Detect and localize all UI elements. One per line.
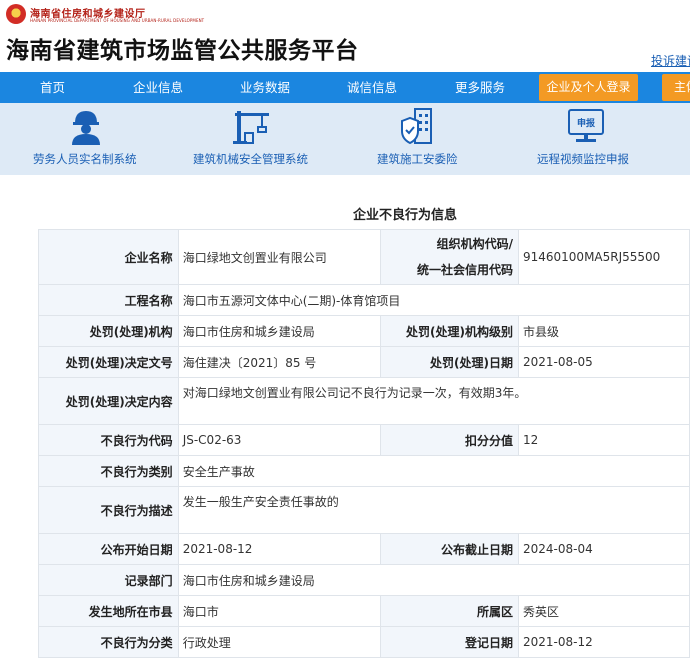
monitor-report-icon: 申报 — [568, 109, 604, 142]
record-department-value: 海口市住房和城乡建设局 — [177, 564, 690, 596]
publish-start-label: 公布开始日期 — [38, 533, 179, 565]
decision-content-label: 处罚(处理)决定内容 — [38, 377, 179, 425]
national-emblem-icon — [6, 4, 26, 24]
org-code-label-line2: 统一社会信用代码 — [416, 263, 513, 277]
org-code-label-line1: 组织机构代码/ — [436, 237, 513, 251]
worker-icon — [72, 111, 100, 145]
table-row: 不良行为代码 JS-C02-63 扣分分值 12 — [38, 424, 690, 456]
table-row: 不良行为类别 安全生产事故 — [38, 455, 690, 487]
project-name-label: 工程名称 — [38, 284, 179, 316]
system-label: 建筑机械安全管理系统 — [193, 152, 308, 166]
table-row: 不良行为描述 发生一般生产安全责任事故的 — [38, 486, 690, 534]
system-item-construction-safety[interactable]: 建筑施工安委险 — [370, 103, 480, 175]
behavior-description-value: 发生一般生产安全责任事故的 — [177, 486, 690, 534]
behavior-code-value: JS-C02-63 — [177, 424, 381, 456]
decision-date-value: 2021-08-05 — [517, 346, 690, 378]
behavior-code-label: 不良行为代码 — [38, 424, 179, 456]
nav-home[interactable]: 首页 — [40, 72, 65, 103]
system-item-machinery-safety[interactable]: 建筑机械安全管理系统 — [185, 103, 325, 175]
main-nav: 首页 企业信息 业务数据 诚信信息 更多服务 企业及个人登录 主体 — [0, 72, 690, 103]
table-row: 企业名称 海口绿地文创置业有限公司 组织机构代码/ 统一社会信用代码 91460… — [38, 229, 690, 285]
project-name-value: 海口市五源河文体中心(二期)-体育馆项目 — [177, 284, 690, 316]
district-value: 秀英区 — [517, 595, 690, 627]
publish-start-value: 2021-08-12 — [177, 533, 381, 565]
system-shortcuts: 劳务人员实名制系统 建筑机械安全管理系统 建筑施工安委险 申报 远程视频监控申报 — [0, 103, 690, 175]
city-label: 发生地所在市县 — [38, 595, 179, 627]
nav-more-services[interactable]: 更多服务 — [455, 72, 505, 103]
system-item-video-monitoring[interactable]: 申报 远程视频监控申报 — [530, 103, 640, 175]
record-department-label: 记录部门 — [38, 564, 179, 596]
behavior-description-label: 不良行为描述 — [38, 486, 179, 534]
city-value: 海口市 — [177, 595, 381, 627]
system-label: 建筑施工安委险 — [377, 152, 458, 166]
decision-number-label: 处罚(处理)决定文号 — [38, 346, 179, 378]
org-code-label: 组织机构代码/ 统一社会信用代码 — [379, 229, 519, 285]
publish-end-value: 2024-08-04 — [517, 533, 690, 565]
nav-credit-info[interactable]: 诚信信息 — [347, 72, 397, 103]
behavior-category-value: 行政处理 — [177, 626, 381, 658]
system-label: 劳务人员实名制系统 — [33, 152, 137, 166]
register-date-label: 登记日期 — [379, 626, 519, 658]
system-label: 远程视频监控申报 — [537, 152, 629, 166]
table-row: 公布开始日期 2021-08-12 公布截止日期 2024-08-04 — [38, 533, 690, 565]
nav-business-data[interactable]: 业务数据 — [240, 72, 290, 103]
behavior-type-value: 安全生产事故 — [177, 455, 690, 487]
table-row: 处罚(处理)决定文号 海住建决〔2021〕85 号 处罚(处理)日期 2021-… — [38, 346, 690, 378]
system-item-labor-realname[interactable]: 劳务人员实名制系统 — [0, 103, 170, 175]
publish-end-label: 公布截止日期 — [379, 533, 519, 565]
decision-date-label: 处罚(处理)日期 — [379, 346, 519, 378]
table-row: 处罚(处理)决定内容 对海口绿地文创置业有限公司记不良行为记录一次，有效期3年。 — [38, 377, 690, 425]
deduction-points-label: 扣分分值 — [379, 424, 519, 456]
bad-behavior-record-table: 企业名称 海口绿地文创置业有限公司 组织机构代码/ 统一社会信用代码 91460… — [38, 229, 690, 658]
table-row: 处罚(处理)机构 海口市住房和城乡建设局 处罚(处理)机构级别 市县级 — [38, 315, 690, 347]
site-header: 海南省住房和城乡建设厅 HAINAN PROVINCIAL DEPARTMENT… — [0, 0, 690, 72]
register-date-value: 2021-08-12 — [517, 626, 690, 658]
building-shield-icon — [401, 108, 432, 145]
decision-content-value: 对海口绿地文创置业有限公司记不良行为记录一次，有效期3年。 — [177, 377, 690, 425]
crane-icon — [233, 111, 269, 144]
org-code-value: 91460100MA5RJ55500 — [517, 229, 690, 285]
deduction-points-value: 12 — [517, 424, 690, 456]
section-title: 企业不良行为信息 — [352, 208, 457, 223]
authority-level-label: 处罚(处理)机构级别 — [379, 315, 519, 347]
district-label: 所属区 — [379, 595, 519, 627]
table-row: 发生地所在市县 海口市 所属区 秀英区 — [38, 595, 690, 627]
main-entity-button[interactable]: 主体 — [662, 74, 690, 101]
table-row: 记录部门 海口市住房和城乡建设局 — [38, 564, 690, 596]
authority-level-value: 市县级 — [517, 315, 690, 347]
department-name-english: HAINAN PROVINCIAL DEPARTMENT OF HOUSING … — [30, 18, 205, 23]
company-name-label: 企业名称 — [38, 229, 179, 285]
table-row: 工程名称 海口市五源河文体中心(二期)-体育馆项目 — [38, 284, 690, 316]
authority-value: 海口市住房和城乡建设局 — [177, 315, 381, 347]
login-button[interactable]: 企业及个人登录 — [539, 74, 638, 101]
report-icon-text: 申报 — [577, 117, 595, 129]
complaint-link[interactable]: 投诉建议 — [651, 52, 690, 69]
behavior-category-label: 不良行为分类 — [38, 626, 179, 658]
company-name-value: 海口绿地文创置业有限公司 — [177, 229, 381, 285]
authority-label: 处罚(处理)机构 — [38, 315, 179, 347]
behavior-type-label: 不良行为类别 — [38, 455, 179, 487]
decision-number-value: 海住建决〔2021〕85 号 — [177, 346, 381, 378]
site-title: 海南省建筑市场监管公共服务平台 — [6, 38, 359, 64]
nav-enterprise-info[interactable]: 企业信息 — [133, 72, 183, 103]
table-row: 不良行为分类 行政处理 登记日期 2021-08-12 — [38, 626, 690, 658]
